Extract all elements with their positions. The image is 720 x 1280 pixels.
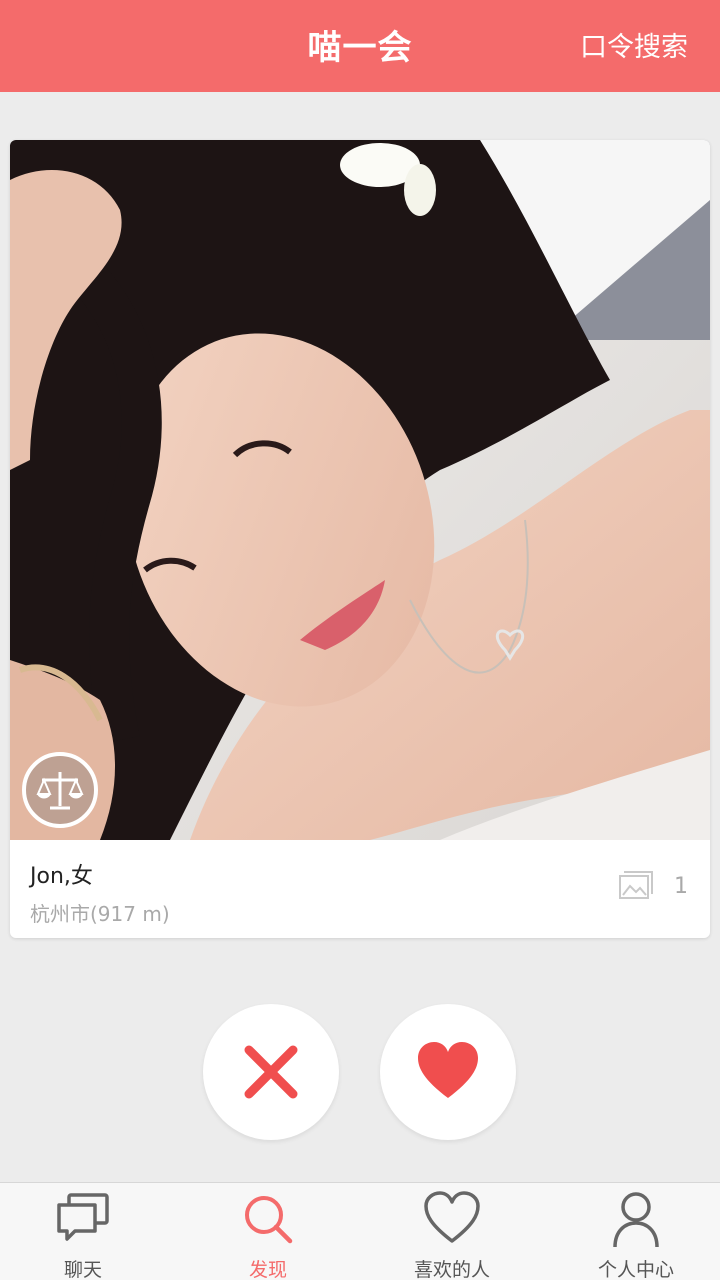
tab-profile[interactable]: 个人中心 — [546, 1183, 720, 1280]
gallery-icon[interactable] — [618, 870, 656, 902]
person-icon — [613, 1192, 659, 1248]
tab-liked-people[interactable]: 喜欢的人 — [362, 1183, 542, 1280]
chat-bubbles-icon — [57, 1193, 109, 1241]
close-x-icon — [244, 1045, 298, 1099]
libra-scales-icon — [22, 752, 98, 828]
top-nav-bar: 喵一会 口令搜索 — [0, 0, 720, 92]
profile-info: Jon,女 杭州市(917 m) 1 — [10, 840, 710, 938]
heart-icon — [418, 1042, 478, 1098]
heart-outline-icon — [424, 1191, 480, 1243]
tab-label: 个人中心 — [597, 1259, 674, 1280]
bottom-tab-bar: 聊天 发现 喜欢的人 个人中心 — [0, 1182, 720, 1280]
tab-chat[interactable]: 聊天 — [0, 1183, 173, 1280]
dislike-button[interactable] — [203, 1004, 339, 1140]
profile-card[interactable]: Jon,女 杭州市(917 m) 1 — [10, 140, 710, 938]
photo-count: 1 — [674, 874, 688, 899]
tab-discover[interactable]: 发现 — [178, 1183, 358, 1280]
tab-label: 发现 — [248, 1259, 287, 1280]
profile-photo[interactable] — [10, 140, 710, 840]
tab-label: 聊天 — [63, 1259, 102, 1280]
like-button[interactable] — [380, 1004, 516, 1140]
profile-name: Jon,女 — [30, 864, 93, 889]
search-icon — [245, 1196, 293, 1244]
profile-location: 杭州市(917 m) — [30, 902, 170, 926]
tab-label: 喜欢的人 — [413, 1259, 490, 1280]
code-search-button[interactable]: 口令搜索 — [580, 0, 688, 92]
